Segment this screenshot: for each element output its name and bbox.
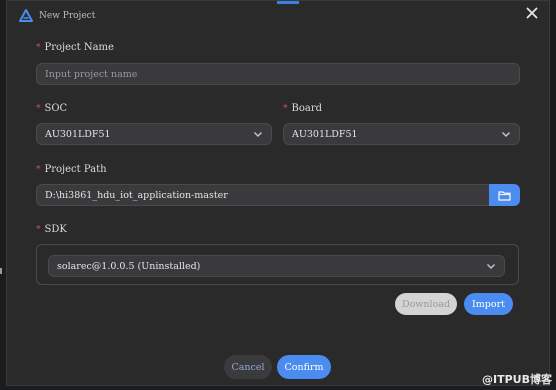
cancel-button[interactable]: Cancel	[224, 355, 272, 379]
dialog-titlebar: New Project	[19, 8, 95, 24]
board-label: Board	[291, 103, 323, 114]
soc-select[interactable]: AU301LDF51	[36, 123, 272, 145]
browse-folder-button[interactable]	[489, 184, 520, 206]
sdk-value: solarec@1.0.0.5 (Uninstalled)	[57, 260, 201, 272]
watermark: @ITPUB博客	[482, 373, 552, 386]
board-value: AU301LDF51	[292, 128, 358, 140]
chevron-down-icon	[502, 132, 510, 137]
triangle-logo-icon	[19, 9, 33, 22]
required-marker: *	[36, 164, 41, 175]
import-button[interactable]: Import	[464, 293, 513, 315]
board-label-row: * Board	[283, 103, 322, 114]
close-button[interactable]	[525, 6, 539, 20]
top-accent-bar	[277, 1, 299, 4]
soc-value: AU301LDF51	[45, 128, 111, 140]
project-name-label-row: * Project Name	[36, 42, 114, 53]
project-path-input[interactable]: D:\hi3861_hdu_iot_application-master	[36, 184, 490, 206]
chevron-down-icon	[487, 264, 495, 269]
download-button[interactable]: Download	[395, 293, 457, 315]
project-path-label: Project Path	[44, 164, 107, 175]
chevron-down-icon	[254, 132, 262, 137]
board-select[interactable]: AU301LDF51	[283, 123, 520, 145]
project-path-value: D:\hi3861_hdu_iot_application-master	[45, 189, 228, 201]
sdk-label: SDK	[44, 224, 67, 235]
project-path-label-row: * Project Path	[36, 164, 107, 175]
required-marker: *	[283, 103, 288, 114]
sdk-select[interactable]: solarec@1.0.0.5 (Uninstalled)	[48, 255, 505, 277]
project-name-input[interactable]: Input project name	[36, 63, 520, 85]
soc-label-row: * SOC	[36, 103, 67, 114]
confirm-button[interactable]: Confirm	[277, 355, 331, 379]
sdk-label-row: * SDK	[36, 224, 67, 235]
background-edge-marker	[0, 268, 2, 274]
dialog-title: New Project	[39, 11, 96, 21]
soc-label: SOC	[44, 103, 68, 114]
folder-icon	[498, 190, 511, 201]
required-marker: *	[36, 42, 41, 53]
project-name-label: Project Name	[44, 42, 114, 53]
project-name-placeholder: Input project name	[45, 68, 138, 80]
close-icon	[526, 7, 538, 19]
required-marker: *	[36, 224, 41, 235]
required-marker: *	[36, 103, 41, 114]
